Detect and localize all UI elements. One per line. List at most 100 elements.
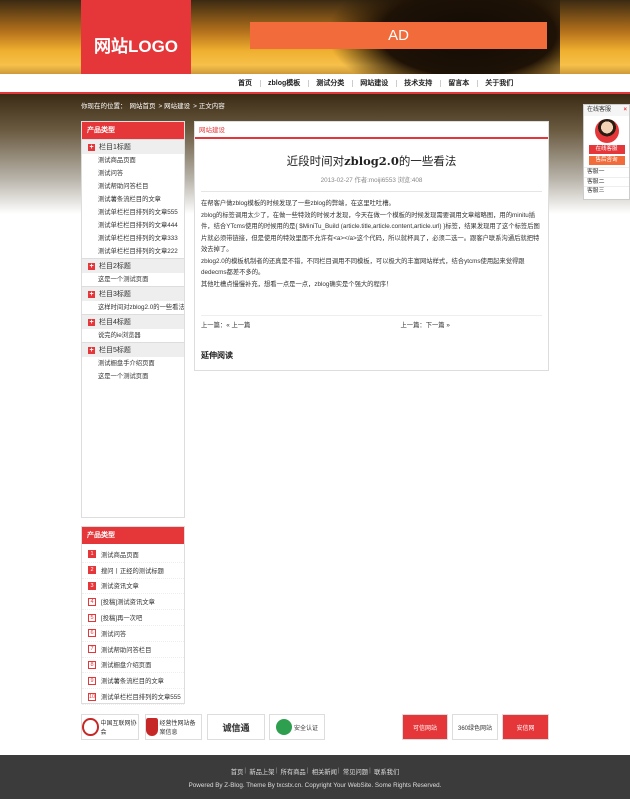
divider: [201, 191, 542, 192]
breadcrumb: 你现在的位置： 网站首页 > 网站建设 > 正文内容: [81, 100, 225, 110]
next-article-link[interactable]: 上一篇：下一篇 »: [372, 320, 543, 329]
rank-text: 测试橱盘介绍页面: [101, 662, 152, 670]
rank-text: 搜问丨正经的测试标题: [101, 567, 164, 575]
category-label: 栏目2标题: [99, 262, 131, 270]
rank-number: 9: [88, 676, 96, 685]
partner-text: 诚信通: [222, 722, 250, 733]
partner-icp[interactable]: 经营性网站备案信息: [145, 714, 202, 740]
nav-zblog-templates[interactable]: zblog模板: [260, 74, 308, 93]
article-paragraph: 在帮客户做zblog模板的时候发现了一些zblog的弊端，在这里吐吐槽。: [201, 200, 395, 207]
breadcrumb-home[interactable]: 网站首页: [130, 100, 156, 110]
breadcrumb-category[interactable]: > 网站建设: [159, 100, 191, 110]
customer-service-panel: 在线客服 × 在线客服 售后咨询 客服一 客服二 客服三: [583, 104, 630, 200]
rank-number: 7: [88, 645, 96, 654]
article-meta: 2013-02-27 作者:moiji6553 浏览:408: [320, 177, 423, 184]
sidebar-categories: 产品类型 + 栏目1标题 测试商品页面 测试问答 测试帮助问答栏目 测试薯条流栏目…: [81, 121, 185, 518]
partner-security[interactable]: 安全认证: [269, 714, 325, 740]
nav-guestbook[interactable]: 留言本: [440, 74, 477, 93]
partner-anxin[interactable]: 安信网: [502, 714, 549, 740]
list-item[interactable]: 8 测试橱盘介绍页面: [82, 658, 184, 674]
breadcrumb-label: 你现在的位置：: [81, 103, 127, 110]
rank-text: [投稿]再一次吧: [101, 615, 143, 623]
article-title-prefix: 近段时间对: [286, 154, 345, 168]
rank-number: 5: [88, 613, 96, 622]
check-icon: [275, 719, 292, 735]
nav-website-building[interactable]: 网站建设: [352, 74, 396, 93]
list-item[interactable]: 6 测试问答: [82, 626, 184, 642]
category-item[interactable]: 这是一个测试页面: [82, 370, 184, 383]
list-item[interactable]: 4 [投稿]测试资讯文章: [82, 594, 184, 611]
category-item[interactable]: 测试单栏栏目排列的文章444: [82, 219, 184, 232]
partner-360[interactable]: 360绿色网站: [452, 714, 498, 740]
category-item[interactable]: 这样时间对zblog2.0的一些看法: [82, 301, 184, 314]
partner-internet-society[interactable]: 中国互联网协会: [81, 714, 139, 740]
list-item[interactable]: 10 测试单栏栏目排列的文章555: [82, 689, 184, 705]
ad-banner[interactable]: AD: [250, 22, 547, 49]
copyright: Powered By Z-Blog. Theme By txcstx.cn. C…: [188, 782, 442, 789]
article-content: 在帮客户做zblog模板的时候发现了一些zblog的弊端，在这里吐吐槽。 zbl…: [195, 198, 548, 290]
rank-number: 4: [88, 597, 96, 606]
plus-icon: +: [88, 290, 95, 298]
rank-text: 测试商品页面: [101, 551, 139, 559]
category-item[interactable]: 说完的ie浏览器: [82, 329, 184, 342]
partner-trusted-site[interactable]: 可信网站: [402, 714, 448, 740]
category-item[interactable]: 测试薯条流栏目的文章: [82, 193, 184, 206]
category-item[interactable]: 测试问答: [82, 167, 184, 180]
list-item[interactable]: 5 [投稿]再一次吧: [82, 610, 184, 626]
online-service-button[interactable]: 在线客服: [588, 145, 625, 154]
category-group-4[interactable]: + 栏目4标题: [82, 314, 184, 329]
partner-text: 可信网站: [412, 725, 437, 732]
cs-title: 在线客服: [587, 107, 612, 113]
category-label: 栏目1标题: [99, 143, 131, 151]
footer-link[interactable]: 新品上架: [244, 767, 277, 776]
partner-text: 安全认证: [293, 725, 318, 732]
category-group-1[interactable]: + 栏目1标题: [82, 139, 184, 154]
breadcrumb-current: > 正文内容: [193, 103, 225, 110]
category-item[interactable]: 测试单栏栏目排列的文章555: [82, 206, 184, 219]
nav-home[interactable]: 首页: [230, 74, 260, 93]
nav-test-category[interactable]: 测试分类: [308, 74, 352, 93]
prev-next-nav: 上一篇：« 上一篇 上一篇：下一篇 »: [201, 315, 543, 329]
category-item[interactable]: 这是一个测试页面: [82, 273, 184, 286]
partner-logos: 中国互联网协会 经营性网站备案信息 诚信通 安全认证 可信网站 360绿色网站 …: [81, 714, 549, 740]
category-item[interactable]: 测试单栏栏目排列的文章333: [82, 232, 184, 245]
list-item[interactable]: 3 测试资讯文章: [82, 579, 184, 595]
article-section-title[interactable]: 网站建设: [195, 122, 548, 139]
rank-text: 测试资讯文章: [101, 583, 139, 591]
list-item[interactable]: 7 测试帮助问答栏目: [82, 642, 184, 658]
list-item[interactable]: 1 测试商品页面: [82, 547, 184, 563]
after-sale-button[interactable]: 售后咨询: [588, 156, 625, 165]
prev-article-link[interactable]: 上一篇：« 上一篇: [201, 320, 372, 329]
cs-item[interactable]: 客服一: [584, 167, 629, 177]
category-item[interactable]: 测试商品页面: [82, 154, 184, 167]
rank-number: 1: [88, 550, 96, 559]
category-group-2[interactable]: + 栏目2标题: [82, 258, 184, 273]
category-item[interactable]: 测试单栏栏目排列的文章222: [82, 245, 184, 258]
footer-link[interactable]: 所有商品: [276, 767, 309, 776]
nav-tech-support[interactable]: 技术支持: [396, 74, 440, 93]
rank-text: 测试帮助问答栏目: [101, 646, 152, 654]
list-item[interactable]: 9 测试薯条流栏目的文章: [82, 673, 184, 690]
plus-icon: +: [88, 143, 95, 151]
seal-icon: [82, 718, 99, 736]
nav-about[interactable]: 关于我们: [477, 74, 521, 93]
sidebar-rank-title: 产品类型: [82, 527, 184, 544]
article-panel: 网站建设 近段时间对zblog2.0的一些看法 2013-02-27 作者:mo…: [194, 121, 549, 371]
close-icon[interactable]: ×: [623, 105, 627, 116]
category-item[interactable]: 测试帮助问答栏目: [82, 180, 184, 193]
rank-text: 测试问答: [101, 630, 127, 638]
footer-link[interactable]: 常见问题: [338, 767, 371, 776]
rank-number: 8: [88, 660, 96, 669]
partner-text: 360绿色网站: [457, 725, 492, 732]
cs-item[interactable]: 客服二: [584, 176, 629, 187]
category-group-3[interactable]: + 栏目3标题: [82, 286, 184, 301]
partner-chengxin[interactable]: 诚信通: [207, 714, 265, 740]
category-group-5[interactable]: + 栏目5标题: [82, 342, 184, 357]
category-item[interactable]: 测试橱盘手介绍页面: [82, 357, 184, 370]
list-item[interactable]: 2 搜问丨正经的测试标题: [82, 563, 184, 579]
footer-link[interactable]: 联系我们: [369, 767, 402, 776]
cs-item[interactable]: 客服三: [584, 186, 629, 196]
footer-link[interactable]: 相关新闻: [307, 767, 340, 776]
rank-number: 3: [88, 581, 96, 590]
partner-text: 中国互联网协会: [100, 721, 137, 736]
